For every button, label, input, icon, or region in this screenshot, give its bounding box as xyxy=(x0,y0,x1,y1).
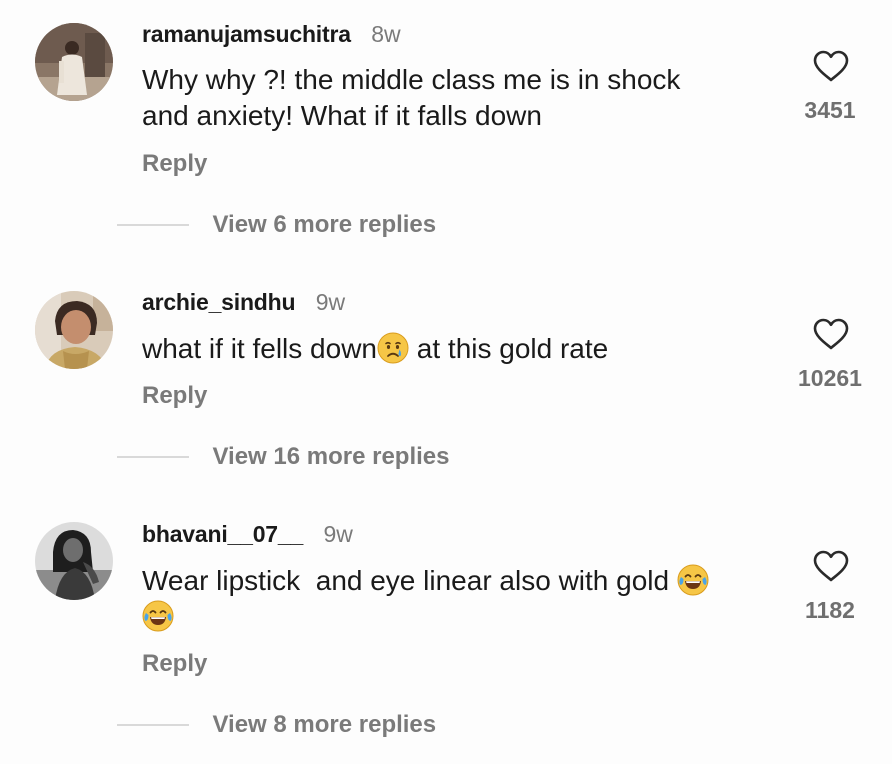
comment-header: ramanujamsuchitra 8w xyxy=(142,21,401,48)
comment-text: Why why ?! the middle class me is in sho… xyxy=(142,62,772,134)
divider-line xyxy=(117,724,189,726)
comment-text-line: and anxiety! What if it falls down xyxy=(142,100,542,131)
like-count: 10261 xyxy=(798,365,862,391)
comment-text-line xyxy=(142,599,772,635)
comment-text-part: Wear lipstick and eye linear also with g… xyxy=(142,565,677,596)
comment-text: Wear lipstick and eye linear also with g… xyxy=(142,563,772,635)
comment-time: 9w xyxy=(315,289,346,315)
tears-of-joy-emoji-icon xyxy=(142,600,174,632)
view-more-replies-label: View 8 more replies xyxy=(212,711,437,738)
heart-icon[interactable] xyxy=(813,550,849,582)
user-avatar[interactable] xyxy=(35,522,113,600)
comment-text: what if it fells down at this gold rate xyxy=(142,331,772,367)
reply-button[interactable]: Reply xyxy=(142,650,207,678)
username[interactable]: bhavani__07__ xyxy=(142,521,303,547)
comment-time: 9w xyxy=(323,521,353,547)
comment-text-line: Why why ?! the middle class me is in sho… xyxy=(142,64,681,95)
view-more-replies-button[interactable]: View 16 more replies xyxy=(117,443,449,471)
crying-face-emoji-icon xyxy=(377,332,409,364)
user-avatar[interactable] xyxy=(35,291,113,369)
divider-line xyxy=(117,456,189,458)
like-count: 3451 xyxy=(804,97,856,123)
view-more-replies-button[interactable]: View 8 more replies xyxy=(117,711,436,739)
comment-time: 8w xyxy=(371,21,401,47)
username[interactable]: archie_sindhu xyxy=(142,289,296,315)
comment-header: archie_sindhu 9w xyxy=(142,289,345,316)
tears-of-joy-emoji-icon xyxy=(677,564,709,596)
like-count: 1182 xyxy=(805,597,855,623)
comment-text-part: at this gold rate xyxy=(409,333,609,364)
reply-button[interactable]: Reply xyxy=(142,382,207,410)
heart-icon[interactable] xyxy=(813,50,849,82)
username[interactable]: ramanujamsuchitra xyxy=(142,21,351,47)
comment-text-line: Wear lipstick and eye linear also with g… xyxy=(142,563,772,599)
comment-header: bhavani__07__ 9w xyxy=(142,521,353,548)
view-more-replies-button[interactable]: View 6 more replies xyxy=(117,211,436,239)
heart-icon[interactable] xyxy=(813,318,849,350)
reply-button[interactable]: Reply xyxy=(142,150,207,178)
view-more-replies-label: View 16 more replies xyxy=(212,443,450,470)
user-avatar[interactable] xyxy=(35,23,113,101)
comment-text-part: what if it fells down xyxy=(142,333,377,364)
view-more-replies-label: View 6 more replies xyxy=(212,211,437,238)
divider-line xyxy=(117,224,189,226)
